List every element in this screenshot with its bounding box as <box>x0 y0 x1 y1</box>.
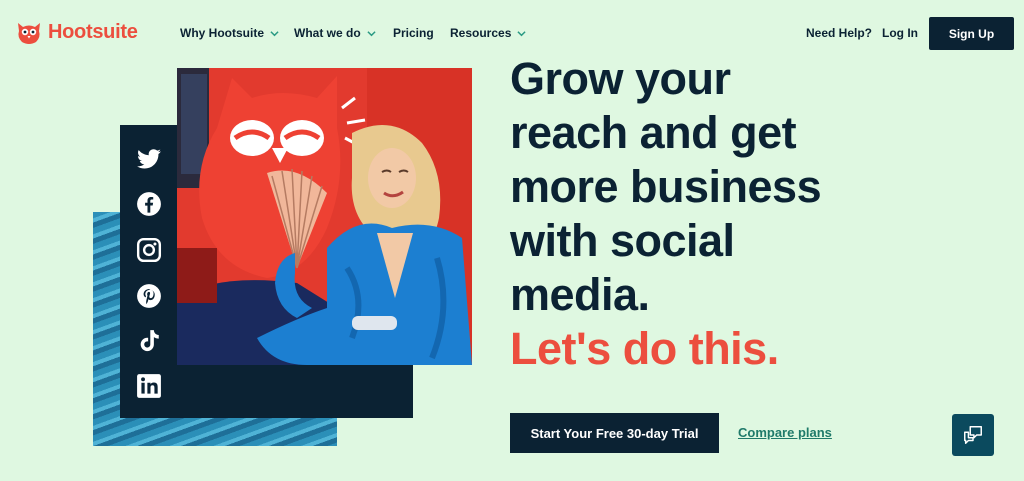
chat-icon <box>964 426 982 444</box>
chevron-down-icon <box>517 30 526 36</box>
owl-logo-icon <box>18 23 40 44</box>
nav-why-hootsuite[interactable]: Why Hootsuite <box>180 26 279 40</box>
hero-headline: Grow your reach and get more business wi… <box>510 52 930 376</box>
hootsuite-logo[interactable]: Hootsuite <box>14 17 138 47</box>
nav-what-we-do[interactable]: What we do <box>294 26 376 40</box>
chevron-down-icon <box>367 30 376 36</box>
nav-resources-label: Resources <box>450 26 512 40</box>
headline-line-3: more business <box>510 161 822 212</box>
start-free-trial-button[interactable]: Start Your Free 30-day Trial <box>510 413 719 453</box>
tiktok-icon <box>134 326 164 356</box>
pinterest-icon <box>134 281 164 311</box>
need-help-link[interactable]: Need Help? <box>806 26 872 40</box>
chevron-down-icon <box>270 30 279 36</box>
facebook-icon <box>134 189 164 219</box>
compare-plans-link[interactable]: Compare plans <box>738 425 832 440</box>
login-link[interactable]: Log In <box>882 26 918 40</box>
nav-what-we-do-label: What we do <box>294 26 361 40</box>
headline-line-4: with social <box>510 215 735 266</box>
nav-why-hootsuite-label: Why Hootsuite <box>180 26 264 40</box>
headline-line-2: reach and get <box>510 107 797 158</box>
signup-button[interactable]: Sign Up <box>929 17 1014 50</box>
nav-resources[interactable]: Resources <box>450 26 526 40</box>
hero-photo-woman-with-owl <box>177 68 472 365</box>
nav-pricing-label: Pricing <box>393 26 434 40</box>
linkedin-icon <box>134 371 164 401</box>
headline-line-1: Grow your <box>510 53 731 104</box>
headline-line-5: media. <box>510 269 650 320</box>
nav-pricing[interactable]: Pricing <box>393 26 434 40</box>
instagram-icon <box>134 235 164 265</box>
twitter-icon <box>134 144 164 174</box>
chat-button[interactable] <box>952 414 994 456</box>
brand-name: Hootsuite <box>48 20 138 43</box>
headline-accent: Let's do this. <box>510 323 779 374</box>
